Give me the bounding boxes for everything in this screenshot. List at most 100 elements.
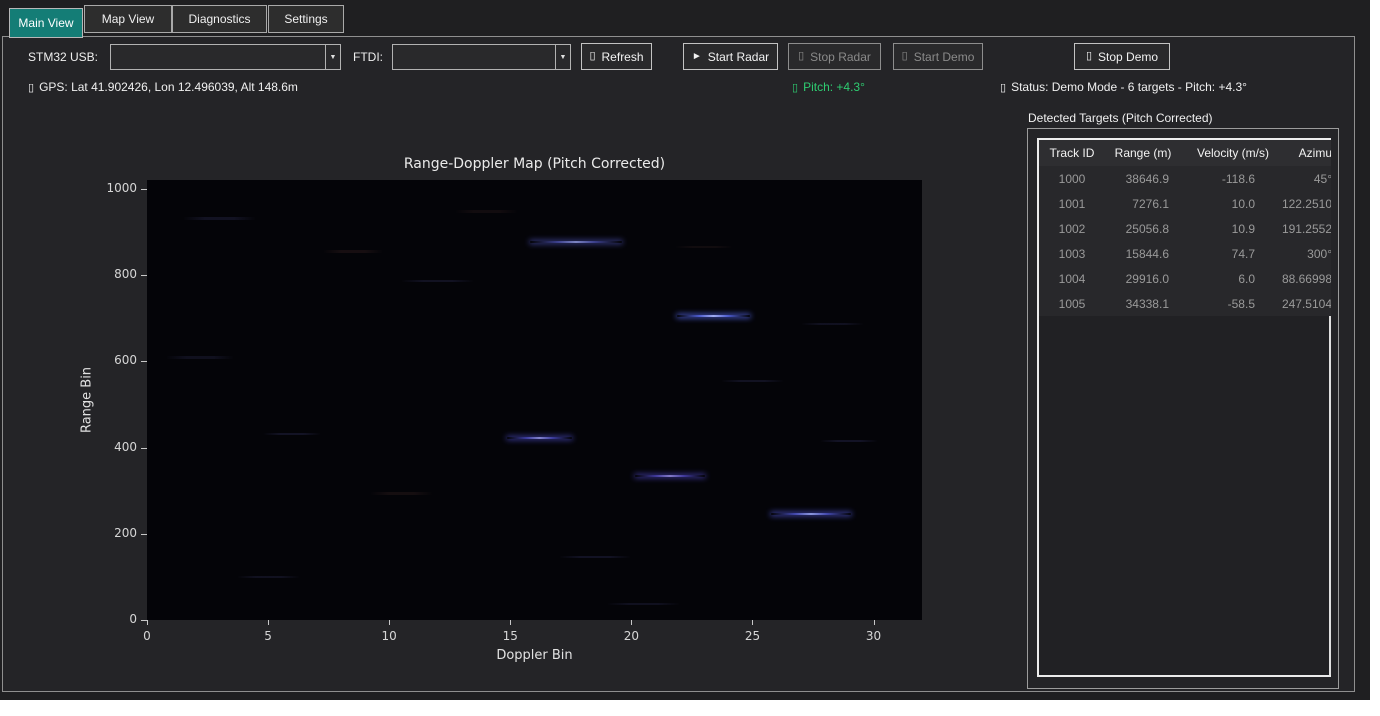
column-header[interactable]: Track ID: [1039, 140, 1105, 166]
status-message-text: Status: Demo Mode - 6 targets - Pitch: +…: [1011, 80, 1247, 94]
noise-streak: [820, 440, 878, 442]
x-tick-mark: [752, 620, 753, 625]
x-tick-label: 5: [264, 629, 272, 643]
y-axis-label: Range Bin: [80, 367, 95, 433]
y-tick-mark: [141, 534, 147, 535]
chevron-down-icon[interactable]: ▼: [555, 45, 570, 69]
stop-icon: ▯: [1086, 51, 1092, 62]
pitch-indicator-text: Pitch: +4.3°: [803, 80, 865, 94]
start-demo-button: ▯ Start Demo: [893, 43, 983, 70]
gps-status-text: GPS: Lat 41.902426, Lon 12.496039, Alt 1…: [39, 80, 298, 94]
y-tick-mark: [141, 448, 147, 449]
noise-streak: [455, 210, 518, 213]
x-tick-label: 25: [745, 629, 760, 643]
table-cell: 45°: [1285, 166, 1331, 191]
table-cell: 29916.0: [1105, 266, 1181, 291]
target-streak: [635, 475, 705, 477]
table-cell: 10.9: [1181, 216, 1285, 241]
table-cell: -118.6: [1181, 166, 1285, 191]
y-tick-label: 200: [57, 526, 137, 540]
noise-streak: [183, 217, 256, 220]
x-tick-mark: [268, 620, 269, 625]
x-tick-mark: [147, 620, 148, 625]
y-tick-mark: [141, 275, 147, 276]
chevron-down-icon[interactable]: ▼: [325, 45, 340, 69]
table-cell: 300°: [1285, 241, 1331, 266]
x-tick-label: 15: [503, 629, 518, 643]
stop-icon: ▯: [798, 51, 804, 62]
stop-radar-button-label: Stop Radar: [810, 50, 871, 64]
table-row[interactable]: 100534338.1-58.5247.5104: [1039, 291, 1331, 316]
x-tick-label: 0: [143, 629, 151, 643]
stm32-usb-combobox-value: [111, 45, 325, 69]
stop-demo-button-label: Stop Demo: [1098, 50, 1158, 64]
table-cell: 38646.9: [1105, 166, 1181, 191]
x-tick-mark: [631, 620, 632, 625]
demo-icon: ▯: [902, 51, 908, 62]
x-tick-mark: [874, 620, 875, 625]
ftdi-combobox[interactable]: ▼: [392, 44, 571, 70]
noise-streak: [166, 356, 234, 359]
table-cell: 1004: [1039, 266, 1105, 291]
gps-status: ▯ GPS: Lat 41.902426, Lon 12.496039, Alt …: [28, 80, 298, 94]
table-cell: -58.5: [1181, 291, 1285, 316]
table-row[interactable]: 100225056.810.9191.2552: [1039, 216, 1331, 241]
column-header[interactable]: Range (m): [1105, 140, 1181, 166]
y-tick-label: 0: [57, 612, 137, 626]
targets-table[interactable]: Track IDRange (m)Velocity (m/s)Azimu 100…: [1037, 138, 1331, 677]
tab-map-view[interactable]: Map View: [84, 5, 172, 33]
noise-streak: [675, 246, 733, 248]
play-icon: ►: [692, 52, 702, 62]
table-cell: 1002: [1039, 216, 1105, 241]
satellite-icon: ▯: [28, 82, 34, 94]
table-scrollbar[interactable]: [1329, 316, 1331, 675]
y-tick-mark: [141, 189, 147, 190]
target-streak: [507, 437, 572, 439]
range-doppler-heatmap: [147, 180, 922, 620]
target-streak: [771, 513, 851, 515]
start-demo-button-label: Start Demo: [914, 50, 975, 64]
stop-demo-button[interactable]: ▯ Stop Demo: [1074, 43, 1170, 70]
table-row[interactable]: 100315844.674.7300°: [1039, 241, 1331, 266]
table-cell: 88.66998: [1285, 266, 1331, 291]
noise-streak: [263, 433, 321, 435]
status-message: ▯ Status: Demo Mode - 6 targets - Pitch: …: [1000, 80, 1247, 94]
table-row[interactable]: 10017276.110.0122.2510: [1039, 191, 1331, 216]
tab-main-view[interactable]: Main View: [9, 8, 83, 38]
table-cell: 1000: [1039, 166, 1105, 191]
app-window: STM32 USB: ▼ FTDI: ▼ ▯Refresh ►Start Rad…: [0, 0, 1370, 700]
table-header-row: Track IDRange (m)Velocity (m/s)Azimu: [1039, 140, 1331, 166]
y-tick-label: 600: [57, 353, 137, 367]
table-cell: 6.0: [1181, 266, 1285, 291]
start-radar-button[interactable]: ► Start Radar: [683, 43, 778, 70]
table-cell: 10.0: [1181, 191, 1285, 216]
status-icon: ▯: [1000, 82, 1006, 94]
noise-streak: [401, 280, 474, 282]
column-header[interactable]: Velocity (m/s): [1181, 140, 1285, 166]
noise-streak: [607, 603, 680, 605]
y-tick-label: 1000: [57, 181, 137, 195]
start-radar-button-label: Start Radar: [708, 50, 769, 64]
column-header[interactable]: Azimu: [1285, 140, 1331, 166]
x-tick-mark: [510, 620, 511, 625]
table-row[interactable]: 100038646.9-118.645°: [1039, 166, 1331, 191]
refresh-button-label: Refresh: [602, 50, 644, 64]
refresh-button[interactable]: ▯ Refresh: [581, 43, 652, 70]
table-cell: 1003: [1039, 241, 1105, 266]
table-cell: 191.2552: [1285, 216, 1331, 241]
table-cell: 1001: [1039, 191, 1105, 216]
table-cell: 122.2510: [1285, 191, 1331, 216]
table-row[interactable]: 100429916.06.088.66998: [1039, 266, 1331, 291]
y-tick-mark: [141, 361, 147, 362]
tab-diagnostics[interactable]: Diagnostics: [172, 5, 267, 33]
stop-radar-button: ▯ Stop Radar: [788, 43, 881, 70]
y-tick-label: 800: [57, 267, 137, 281]
stm32-usb-combobox[interactable]: ▼: [110, 44, 341, 70]
y-tick-label: 400: [57, 440, 137, 454]
refresh-icon: ▯: [589, 51, 595, 62]
tab-settings[interactable]: Settings: [268, 5, 344, 33]
x-tick-label: 10: [382, 629, 397, 643]
table-cell: 247.5104: [1285, 291, 1331, 316]
targets-panel-title: Detected Targets (Pitch Corrected): [1028, 111, 1213, 125]
noise-streak: [237, 576, 300, 578]
